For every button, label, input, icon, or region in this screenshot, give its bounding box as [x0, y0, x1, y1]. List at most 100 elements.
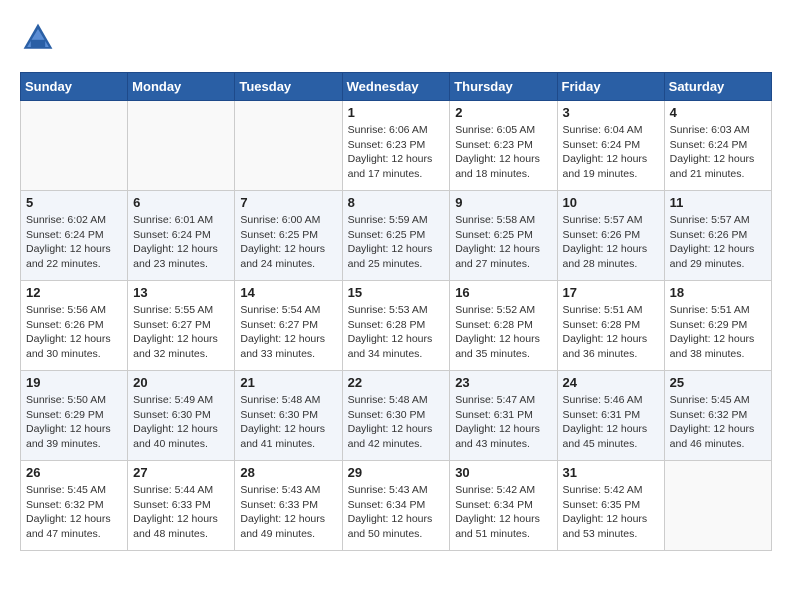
calendar-cell: 25 Sunrise: 5:45 AM Sunset: 6:32 PM Dayli…: [664, 371, 771, 461]
day-number: 29: [348, 465, 445, 480]
day-number: 13: [133, 285, 229, 300]
day-info: Sunrise: 5:52 AM Sunset: 6:28 PM Dayligh…: [455, 303, 551, 362]
day-info: Sunrise: 5:45 AM Sunset: 6:32 PM Dayligh…: [26, 483, 122, 542]
day-number: 31: [563, 465, 659, 480]
calendar-cell: 9 Sunrise: 5:58 AM Sunset: 6:25 PM Daylig…: [450, 191, 557, 281]
day-number: 22: [348, 375, 445, 390]
calendar-cell: 16Sunrise: 5:52 AM Sunset: 6:28 PM Dayli…: [450, 281, 557, 371]
weekday-header-thursday: Thursday: [450, 73, 557, 101]
day-info: Sunrise: 6:04 AM Sunset: 6:24 PM Dayligh…: [563, 123, 659, 182]
day-info: Sunrise: 5:44 AM Sunset: 6:33 PM Dayligh…: [133, 483, 229, 542]
day-info: Sunrise: 5:56 AM Sunset: 6:26 PM Dayligh…: [26, 303, 122, 362]
calendar-cell: 14 Sunrise: 5:54 AM Sunset: 6:27 PM Dayli…: [235, 281, 342, 371]
calendar-cell: 12 Sunrise: 5:56 AM Sunset: 6:26 PM Dayli…: [21, 281, 128, 371]
calendar-cell: 22 Sunrise: 5:48 AM Sunset: 6:30 PM Dayli…: [342, 371, 450, 461]
calendar-cell: 5 Sunrise: 6:02 AM Sunset: 6:24 PM Daylig…: [21, 191, 128, 281]
day-info: Sunrise: 5:49 AM Sunset: 6:30 PM Dayligh…: [133, 393, 229, 452]
day-number: 30: [455, 465, 551, 480]
day-number: 9: [455, 195, 551, 210]
day-info: Sunrise: 5:57 AM Sunset: 6:26 PM Dayligh…: [563, 213, 659, 272]
calendar-week-row: 1Sunrise: 6:06 AM Sunset: 6:23 PM Daylig…: [21, 101, 772, 191]
day-info: Sunrise: 5:45 AM Sunset: 6:32 PM Dayligh…: [670, 393, 766, 452]
calendar-week-row: 12 Sunrise: 5:56 AM Sunset: 6:26 PM Dayli…: [21, 281, 772, 371]
calendar-cell: 17 Sunrise: 5:51 AM Sunset: 6:28 PM Dayli…: [557, 281, 664, 371]
weekday-header-wednesday: Wednesday: [342, 73, 450, 101]
calendar-cell: 15 Sunrise: 5:53 AM Sunset: 6:28 PM Dayli…: [342, 281, 450, 371]
day-info: Sunrise: 5:43 AM Sunset: 6:33 PM Dayligh…: [240, 483, 336, 542]
calendar-week-row: 19 Sunrise: 5:50 AM Sunset: 6:29 PM Dayli…: [21, 371, 772, 461]
day-info: Sunrise: 5:46 AM Sunset: 6:31 PM Dayligh…: [563, 393, 659, 452]
calendar-cell: 10 Sunrise: 5:57 AM Sunset: 6:26 PM Dayli…: [557, 191, 664, 281]
weekday-header-saturday: Saturday: [664, 73, 771, 101]
calendar-cell: 1Sunrise: 6:06 AM Sunset: 6:23 PM Daylig…: [342, 101, 450, 191]
day-info: Sunrise: 5:59 AM Sunset: 6:25 PM Dayligh…: [348, 213, 445, 272]
calendar-header-row: SundayMondayTuesdayWednesdayThursdayFrid…: [21, 73, 772, 101]
weekday-header-sunday: Sunday: [21, 73, 128, 101]
calendar-cell: 20 Sunrise: 5:49 AM Sunset: 6:30 PM Dayli…: [128, 371, 235, 461]
page-header: [20, 20, 772, 56]
day-info: Sunrise: 5:51 AM Sunset: 6:29 PM Dayligh…: [670, 303, 766, 362]
day-number: 24: [563, 375, 659, 390]
day-number: 1: [348, 105, 445, 120]
day-info: Sunrise: 5:42 AM Sunset: 6:34 PM Dayligh…: [455, 483, 551, 542]
weekday-header-monday: Monday: [128, 73, 235, 101]
calendar-cell: 27 Sunrise: 5:44 AM Sunset: 6:33 PM Dayli…: [128, 461, 235, 551]
calendar-cell: 4 Sunrise: 6:03 AM Sunset: 6:24 PM Daylig…: [664, 101, 771, 191]
calendar-cell: 24 Sunrise: 5:46 AM Sunset: 6:31 PM Dayli…: [557, 371, 664, 461]
calendar-cell: 2 Sunrise: 6:05 AM Sunset: 6:23 PM Daylig…: [450, 101, 557, 191]
day-info: Sunrise: 6:01 AM Sunset: 6:24 PM Dayligh…: [133, 213, 229, 272]
day-info: Sunrise: 6:05 AM Sunset: 6:23 PM Dayligh…: [455, 123, 551, 182]
calendar-cell: [664, 461, 771, 551]
day-number: 19: [26, 375, 122, 390]
day-number: 12: [26, 285, 122, 300]
day-info: Sunrise: 5:48 AM Sunset: 6:30 PM Dayligh…: [348, 393, 445, 452]
day-number: 14: [240, 285, 336, 300]
calendar-cell: 29Sunrise: 5:43 AM Sunset: 6:34 PM Dayli…: [342, 461, 450, 551]
day-number: 4: [670, 105, 766, 120]
day-number: 15: [348, 285, 445, 300]
day-info: Sunrise: 5:58 AM Sunset: 6:25 PM Dayligh…: [455, 213, 551, 272]
calendar-cell: 23Sunrise: 5:47 AM Sunset: 6:31 PM Dayli…: [450, 371, 557, 461]
day-number: 10: [563, 195, 659, 210]
calendar-cell: 3 Sunrise: 6:04 AM Sunset: 6:24 PM Daylig…: [557, 101, 664, 191]
calendar-cell: 7 Sunrise: 6:00 AM Sunset: 6:25 PM Daylig…: [235, 191, 342, 281]
day-info: Sunrise: 5:53 AM Sunset: 6:28 PM Dayligh…: [348, 303, 445, 362]
weekday-header-friday: Friday: [557, 73, 664, 101]
day-number: 25: [670, 375, 766, 390]
day-info: Sunrise: 6:03 AM Sunset: 6:24 PM Dayligh…: [670, 123, 766, 182]
weekday-header-tuesday: Tuesday: [235, 73, 342, 101]
day-number: 28: [240, 465, 336, 480]
day-number: 20: [133, 375, 229, 390]
day-number: 21: [240, 375, 336, 390]
day-info: Sunrise: 5:50 AM Sunset: 6:29 PM Dayligh…: [26, 393, 122, 452]
day-info: Sunrise: 5:54 AM Sunset: 6:27 PM Dayligh…: [240, 303, 336, 362]
day-number: 6: [133, 195, 229, 210]
calendar-cell: 19 Sunrise: 5:50 AM Sunset: 6:29 PM Dayli…: [21, 371, 128, 461]
day-info: Sunrise: 6:00 AM Sunset: 6:25 PM Dayligh…: [240, 213, 336, 272]
day-info: Sunrise: 5:42 AM Sunset: 6:35 PM Dayligh…: [563, 483, 659, 542]
day-info: Sunrise: 6:02 AM Sunset: 6:24 PM Dayligh…: [26, 213, 122, 272]
day-number: 26: [26, 465, 122, 480]
day-number: 2: [455, 105, 551, 120]
calendar-cell: 21Sunrise: 5:48 AM Sunset: 6:30 PM Dayli…: [235, 371, 342, 461]
calendar-cell: 18 Sunrise: 5:51 AM Sunset: 6:29 PM Dayli…: [664, 281, 771, 371]
logo-icon: [20, 20, 56, 56]
day-info: Sunrise: 5:51 AM Sunset: 6:28 PM Dayligh…: [563, 303, 659, 362]
day-number: 27: [133, 465, 229, 480]
calendar-cell: 26 Sunrise: 5:45 AM Sunset: 6:32 PM Dayli…: [21, 461, 128, 551]
day-number: 18: [670, 285, 766, 300]
calendar-table: SundayMondayTuesdayWednesdayThursdayFrid…: [20, 72, 772, 551]
calendar-cell: [21, 101, 128, 191]
calendar-cell: 11Sunrise: 5:57 AM Sunset: 6:26 PM Dayli…: [664, 191, 771, 281]
calendar-cell: 28 Sunrise: 5:43 AM Sunset: 6:33 PM Dayli…: [235, 461, 342, 551]
calendar-cell: 6 Sunrise: 6:01 AM Sunset: 6:24 PM Daylig…: [128, 191, 235, 281]
day-number: 3: [563, 105, 659, 120]
day-number: 17: [563, 285, 659, 300]
calendar-cell: 8Sunrise: 5:59 AM Sunset: 6:25 PM Daylig…: [342, 191, 450, 281]
calendar-cell: [235, 101, 342, 191]
logo: [20, 20, 62, 56]
day-number: 7: [240, 195, 336, 210]
calendar-week-row: 5 Sunrise: 6:02 AM Sunset: 6:24 PM Daylig…: [21, 191, 772, 281]
day-info: Sunrise: 5:55 AM Sunset: 6:27 PM Dayligh…: [133, 303, 229, 362]
day-number: 5: [26, 195, 122, 210]
